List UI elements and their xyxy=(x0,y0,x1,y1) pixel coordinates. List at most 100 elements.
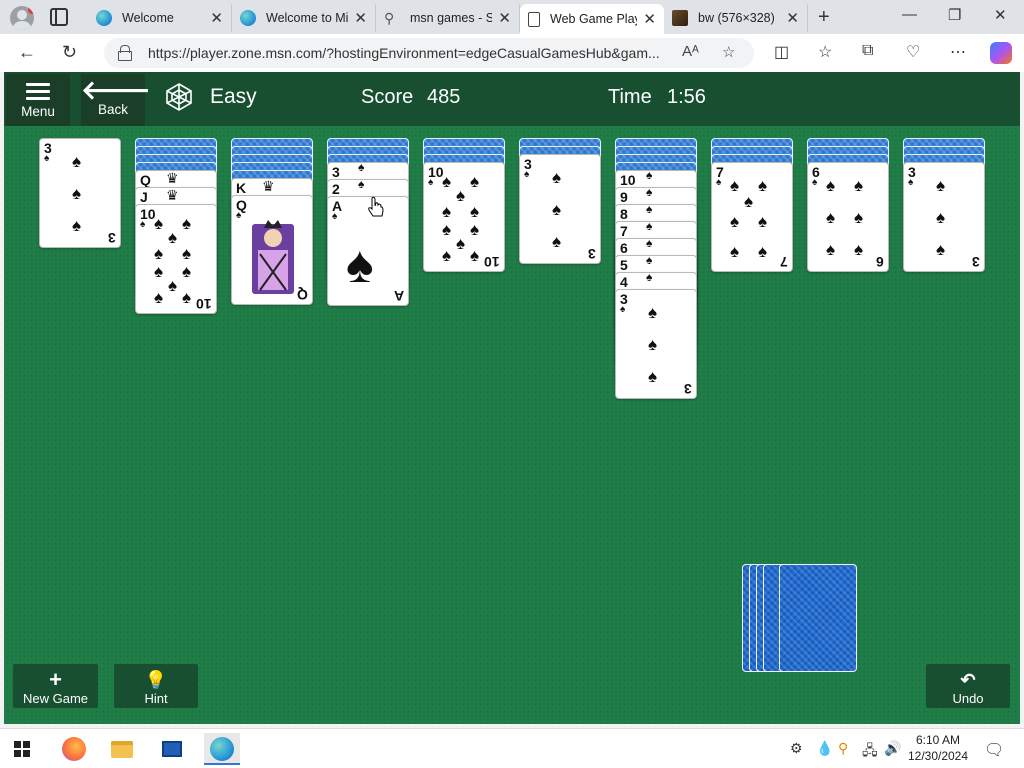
news-app[interactable] xyxy=(154,733,190,765)
menu-button[interactable]: Menu xyxy=(6,74,70,126)
taskbar-clock[interactable]: 6:10 AM 12/30/2024 xyxy=(906,732,970,764)
undo-button[interactable]: ↶ Undo xyxy=(926,664,1010,708)
lock-icon[interactable] xyxy=(118,45,132,61)
playing-card-3[interactable]: 3 ♠ 3 ♠ ♠ ♠ xyxy=(519,154,601,264)
card-rank: 6 xyxy=(876,254,884,270)
spade-icon: ♠ xyxy=(182,244,192,263)
minimize-icon[interactable]: — xyxy=(902,6,917,23)
close-tab-icon[interactable]: ✕ xyxy=(786,9,799,27)
favorite-star-icon[interactable]: ☆ xyxy=(722,43,735,61)
collections-icon[interactable]: ⧉ xyxy=(862,42,873,60)
tab-actions-icon[interactable] xyxy=(50,8,68,26)
difficulty-label: Easy xyxy=(210,85,257,108)
playing-card-10[interactable]: 10 ♠ 10 ♠ ♠ ♠ ♠ ♠ ♠ ♠ ♠ ♠ ♠ xyxy=(135,204,217,314)
image-icon xyxy=(672,10,688,26)
playing-card-3[interactable]: 3 ♠ 3 ♠ ♠ ♠ xyxy=(615,289,697,399)
file-explorer-app[interactable] xyxy=(104,733,140,765)
water-drop-icon[interactable]: 💧 xyxy=(816,740,833,757)
tab-title: Web Game Play xyxy=(550,12,638,26)
tab-title: Welcome to Mi xyxy=(266,11,349,25)
stock-card[interactable] xyxy=(779,564,857,672)
spade-icon: ♠ xyxy=(936,176,946,195)
new-game-label: New Game xyxy=(22,691,89,706)
notifications-icon[interactable]: 🗨 xyxy=(984,740,1004,760)
edge-app[interactable] xyxy=(204,733,240,765)
spade-icon: ♠ xyxy=(168,276,178,295)
spade-icon: ♠ xyxy=(154,244,164,263)
close-window-icon[interactable]: ✕ xyxy=(994,6,1007,24)
time-value: 1:56 xyxy=(667,86,706,108)
score-label: Score xyxy=(361,86,414,108)
browser-essentials-icon[interactable]: ♡ xyxy=(906,42,920,62)
close-tab-icon[interactable]: ✕ xyxy=(498,9,511,27)
favorites-icon[interactable]: ☆ xyxy=(818,42,832,62)
playing-card-3[interactable]: 3 ♠ 3 ♠ ♠ ♠ xyxy=(39,138,121,248)
game-area: Menu 🡐 Back Easy Score 485 Time 1:56 3 ♠ 3… xyxy=(4,72,1020,724)
tab-web-game-play[interactable]: Web Game Play ✕ xyxy=(520,4,664,34)
tab-bw-image[interactable]: bw (576×328) ✕ xyxy=(664,4,808,32)
plus-icon: + xyxy=(49,667,62,692)
read-aloud-icon[interactable]: Aᴬ xyxy=(682,43,699,60)
score-value: 485 xyxy=(427,86,461,108)
crown-icon: ♛ xyxy=(166,170,179,186)
spade-icon: ♠ xyxy=(358,179,365,191)
spade-icon: ♠ xyxy=(758,242,768,261)
new-game-button[interactable]: + New Game xyxy=(13,664,98,708)
spade-icon: ♠ xyxy=(442,202,452,221)
spade-icon: ♠ xyxy=(236,210,242,221)
split-screen-icon[interactable]: ◫ xyxy=(774,42,789,62)
time-label: Time xyxy=(608,86,652,108)
spade-icon: ♠ xyxy=(552,232,562,251)
tab-welcome[interactable]: Welcome ✕ xyxy=(88,4,232,32)
new-tab-icon[interactable]: + xyxy=(818,6,830,29)
spade-icon: ♠ xyxy=(154,214,164,233)
close-tab-icon[interactable]: ✕ xyxy=(354,9,367,27)
windows-start-icon[interactable] xyxy=(14,741,30,757)
close-tab-icon[interactable]: ✕ xyxy=(210,9,223,27)
tab-welcome-to-microsoft[interactable]: Welcome to Mi ✕ xyxy=(232,4,376,32)
network-icon[interactable]: 🖧 xyxy=(862,740,878,764)
spade-icon: ♠ xyxy=(442,220,452,239)
search-key-icon[interactable]: ⚲ xyxy=(838,740,848,757)
card-rank: 10 xyxy=(484,254,500,270)
playing-card-q[interactable]: Q ♠ Q xyxy=(231,195,313,305)
playing-card-7[interactable]: 7 ♠ 7 ♠ ♠ ♠ ♠ ♠ ♠ ♠ xyxy=(711,162,793,272)
spade-icon: ♠ xyxy=(646,272,653,284)
spade-icon: ♠ xyxy=(646,255,653,267)
spade-icon: ♠ xyxy=(346,236,374,294)
crown-icon: ♛ xyxy=(166,187,179,203)
volume-icon[interactable]: 🔊 xyxy=(884,740,901,757)
spade-icon: ♠ xyxy=(936,240,946,259)
close-tab-icon[interactable]: ✕ xyxy=(643,10,656,28)
playing-card-10[interactable]: 10 ♠ 10 ♠ ♠ ♠ ♠ ♠ ♠ ♠ ♠ ♠ ♠ xyxy=(423,162,505,272)
back-button[interactable]: 🡐 Back xyxy=(81,74,151,126)
refresh-icon[interactable]: ↻ xyxy=(62,42,77,63)
spade-icon: ♠ xyxy=(72,216,82,235)
spade-icon: ♠ xyxy=(854,208,864,227)
menu-label: Menu xyxy=(21,104,55,119)
more-options-icon[interactable]: ⋯ xyxy=(950,42,966,62)
playing-card-3[interactable]: 3 ♠ 3 ♠ ♠ ♠ xyxy=(903,162,985,272)
browser-tab-strip: Welcome ✕ Welcome to Mi ✕ ⚲ msn games - … xyxy=(0,0,1024,34)
spade-icon: ♠ xyxy=(826,240,836,259)
address-bar[interactable]: https://player.zone.msn.com/?hostingEnvi… xyxy=(104,38,754,68)
card-rank: 3 xyxy=(588,246,596,262)
profile-avatar-icon[interactable] xyxy=(10,6,34,30)
hint-button[interactable]: 💡 Hint xyxy=(114,664,198,708)
playing-card-6[interactable]: 6 ♠ 6 ♠ ♠ ♠ ♠ ♠ ♠ xyxy=(807,162,889,272)
back-arrow-icon: 🡐 xyxy=(81,75,151,105)
spade-icon: ♠ xyxy=(140,219,146,230)
back-arrow-icon[interactable]: ← xyxy=(18,42,36,63)
restore-icon[interactable]: ❐ xyxy=(948,6,961,24)
url-text[interactable]: https://player.zone.msn.com/?hostingEnvi… xyxy=(148,45,668,61)
card-rank: 3 xyxy=(972,254,980,270)
hand-cursor-icon xyxy=(368,196,384,217)
tab-msn-games-search[interactable]: ⚲ msn games - Se ✕ xyxy=(376,4,520,32)
copilot-icon[interactable] xyxy=(990,42,1012,64)
spade-icon: ♠ xyxy=(72,184,82,203)
firefox-app[interactable] xyxy=(56,733,92,765)
spade-icon: ♠ xyxy=(826,208,836,227)
app-tray-icon[interactable]: ⚙ xyxy=(790,740,803,757)
spade-icon: ♠ xyxy=(428,177,434,188)
card-rank: 7 xyxy=(780,254,788,270)
